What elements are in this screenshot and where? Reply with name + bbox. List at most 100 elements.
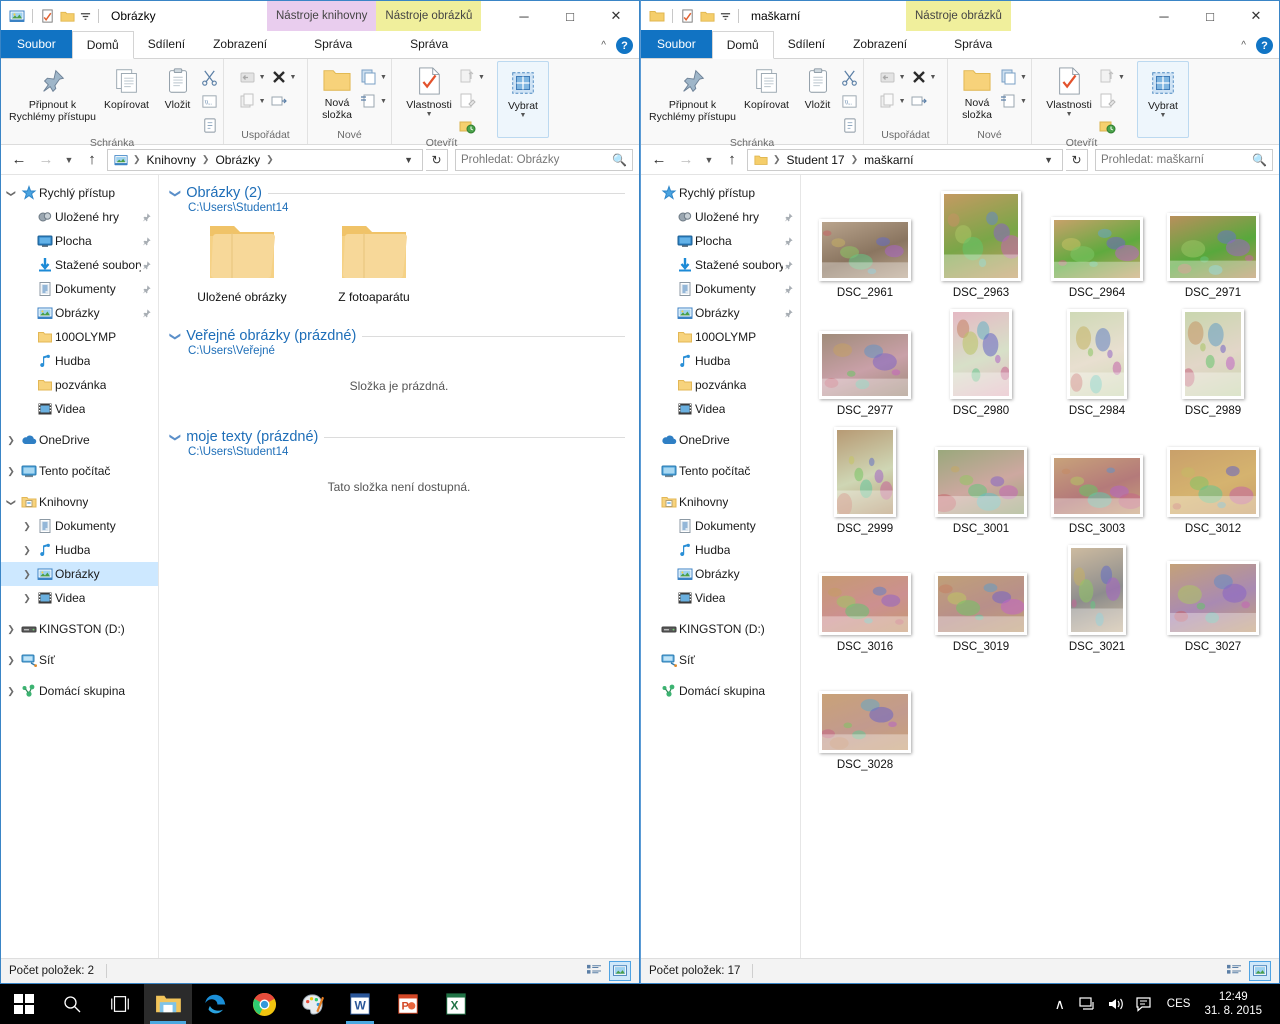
copy-to-dropdown-icon[interactable]: ▼ — [259, 98, 266, 105]
nav-item-dokumenty[interactable]: ❯ Dokumenty — [1, 514, 158, 538]
tab-zobrazeni[interactable]: Zobrazení — [199, 30, 281, 58]
pin-icon[interactable] — [783, 212, 794, 223]
large-icons-view-button[interactable] — [609, 961, 631, 981]
nav-item-100olymp[interactable]: 100OLYMP — [641, 325, 800, 349]
thumbnail-item[interactable]: DSC_3019 — [923, 535, 1039, 653]
nav-item-pozv-nka[interactable]: pozvánka — [641, 373, 800, 397]
tab-zobrazeni[interactable]: Zobrazení — [839, 30, 921, 58]
thumbnail-item[interactable]: DSC_3001 — [923, 417, 1039, 535]
pin-icon[interactable] — [783, 236, 794, 247]
chevron-right-icon[interactable]: ❯ — [3, 655, 19, 666]
word-button[interactable]: W — [336, 984, 384, 1024]
chevron-down-icon[interactable]: ❯ — [169, 432, 182, 441]
properties-icon[interactable] — [680, 8, 695, 24]
new-folder-button[interactable]: Nová složka — [954, 63, 1000, 121]
edit-button[interactable] — [458, 90, 485, 112]
network-icon[interactable] — [1075, 984, 1101, 1024]
nav-item-onedrive[interactable]: OneDrive — [641, 428, 800, 452]
thumbnail-item[interactable]: DSC_2964 — [1039, 181, 1155, 299]
new-folder-icon[interactable] — [60, 9, 75, 24]
history-button[interactable] — [458, 114, 485, 136]
nav-item-obr-zky[interactable]: Obrázky — [1, 301, 158, 325]
cut-button[interactable] — [841, 66, 858, 88]
thumbnail-item[interactable]: DSC_3028 — [807, 653, 923, 771]
right-maximize-button[interactable]: □ — [1187, 1, 1233, 31]
pin-icon[interactable] — [141, 212, 152, 223]
nav-item-videa[interactable]: Videa — [641, 586, 800, 610]
chevron-down-icon[interactable]: ❯ — [169, 331, 182, 340]
nav-item-ulo-en-hry[interactable]: Uložené hry — [641, 205, 800, 229]
nav-item-videa[interactable]: Videa — [1, 397, 158, 421]
nav-item-s-[interactable]: ❯ Síť — [1, 648, 158, 672]
new-item-dropdown-icon[interactable]: ▼ — [380, 74, 387, 81]
nav-item-dokumenty[interactable]: Dokumenty — [641, 277, 800, 301]
chevron-right-icon[interactable]: ❯ — [3, 466, 19, 477]
nav-item-hudba[interactable]: ❯ Hudba — [1, 538, 158, 562]
tab-sdileni[interactable]: Sdílení — [774, 30, 839, 58]
paint-button[interactable] — [288, 984, 336, 1024]
new-item-dropdown-icon[interactable]: ▼ — [1020, 74, 1027, 81]
up-button[interactable]: ↑ — [720, 148, 744, 172]
chevron-down-icon[interactable]: ❯ — [6, 185, 17, 201]
left-maximize-button[interactable]: □ — [547, 1, 593, 31]
pin-icon[interactable] — [783, 284, 794, 295]
nav-item-pozv-nka[interactable]: pozvánka — [1, 373, 158, 397]
move-to-button[interactable]: ▼ — [879, 66, 906, 88]
left-search-box[interactable]: Prohledat: Obrázky 🔍 — [455, 148, 633, 171]
pin-icon[interactable] — [141, 236, 152, 247]
refresh-button[interactable]: ↻ — [1066, 148, 1088, 171]
forward-button[interactable]: → — [674, 148, 698, 172]
nav-item-kingston-d-[interactable]: ❯ KINGSTON (D:) — [1, 617, 158, 641]
rename-button[interactable] — [270, 90, 297, 112]
copy-path-button[interactable]: \\.. — [841, 90, 858, 112]
task-view-button[interactable] — [96, 984, 144, 1024]
chevron-down-icon[interactable]: ❯ — [6, 494, 17, 510]
thumbnail-item[interactable]: DSC_3021 — [1039, 535, 1155, 653]
show-hidden-icons-button[interactable]: ∧ — [1047, 984, 1073, 1024]
select-button[interactable]: Vybrat ▼ — [1139, 66, 1187, 119]
chevron-right-icon[interactable]: ❯ — [3, 624, 19, 635]
tab-sprava-picture[interactable]: Správa — [921, 30, 1025, 58]
details-view-button[interactable] — [1223, 961, 1245, 981]
nav-item-kingston-d-[interactable]: KINGSTON (D:) — [641, 617, 800, 641]
customize-qat-icon[interactable] — [80, 11, 91, 22]
copy-button[interactable]: Kopírovat — [99, 63, 155, 111]
breadcrumb-item-0[interactable]: Student 17 — [784, 153, 848, 167]
customize-qat-icon[interactable] — [720, 11, 731, 22]
left-content-pane[interactable]: ❯ Obrázky (2) C:\Users\Student14 Uložené ob… — [159, 175, 639, 958]
select-button[interactable]: Vybrat ▼ — [499, 66, 547, 119]
chevron-down-icon[interactable]: ❯ — [169, 188, 182, 197]
excel-button[interactable]: X — [432, 984, 480, 1024]
easy-access-dropdown-icon[interactable]: ▼ — [380, 98, 387, 105]
pin-icon[interactable] — [783, 260, 794, 271]
nav-item-knihovny[interactable]: Knihovny — [641, 490, 800, 514]
start-button[interactable] — [0, 984, 48, 1024]
breadcrumb-item-1[interactable]: maškarní — [861, 153, 916, 167]
collapse-ribbon-icon[interactable]: ^ — [601, 40, 606, 51]
chevron-right-icon[interactable]: ❯ — [19, 521, 35, 532]
properties-button[interactable]: Vlastnosti ▼ — [400, 63, 458, 118]
nav-item-onedrive[interactable]: ❯ OneDrive — [1, 428, 158, 452]
nav-item-dom-c-skupina[interactable]: ❯ Domácí skupina — [1, 679, 158, 703]
edge-button[interactable] — [192, 984, 240, 1024]
thumbnail-item[interactable]: DSC_2989 — [1155, 299, 1271, 417]
properties-dropdown-icon[interactable]: ▼ — [1066, 111, 1073, 118]
refresh-button[interactable]: ↻ — [426, 148, 448, 171]
breadcrumb-dropdown-icon[interactable]: ▼ — [1039, 155, 1058, 165]
volume-icon[interactable] — [1103, 984, 1129, 1024]
tab-sprava-library[interactable]: Správa — [281, 30, 385, 58]
left-breadcrumb[interactable]: ❯ Knihovny ❯ Obrázky ❯ ▼ — [107, 148, 423, 171]
breadcrumb-item-1[interactable]: Obrázky — [212, 153, 263, 167]
tab-sdileni[interactable]: Sdílení — [134, 30, 199, 58]
cut-button[interactable] — [201, 66, 218, 88]
nav-item-tento-po-ta-[interactable]: Tento počítač — [641, 459, 800, 483]
chevron-right-icon[interactable]: ❯ — [19, 569, 35, 580]
thumbnail-item[interactable]: DSC_2971 — [1155, 181, 1271, 299]
nav-item-rychl-p-stup[interactable]: ❯ Rychlý přístup — [1, 181, 158, 205]
chevron-right-icon[interactable]: ❯ — [3, 686, 19, 697]
thumbnail-item[interactable]: DSC_2963 — [923, 181, 1039, 299]
new-folder-button[interactable]: Nová složka — [314, 63, 360, 121]
properties-dropdown-icon[interactable]: ▼ — [426, 111, 433, 118]
paste-shortcut-button[interactable] — [201, 114, 218, 136]
nav-item-plocha[interactable]: Plocha — [641, 229, 800, 253]
